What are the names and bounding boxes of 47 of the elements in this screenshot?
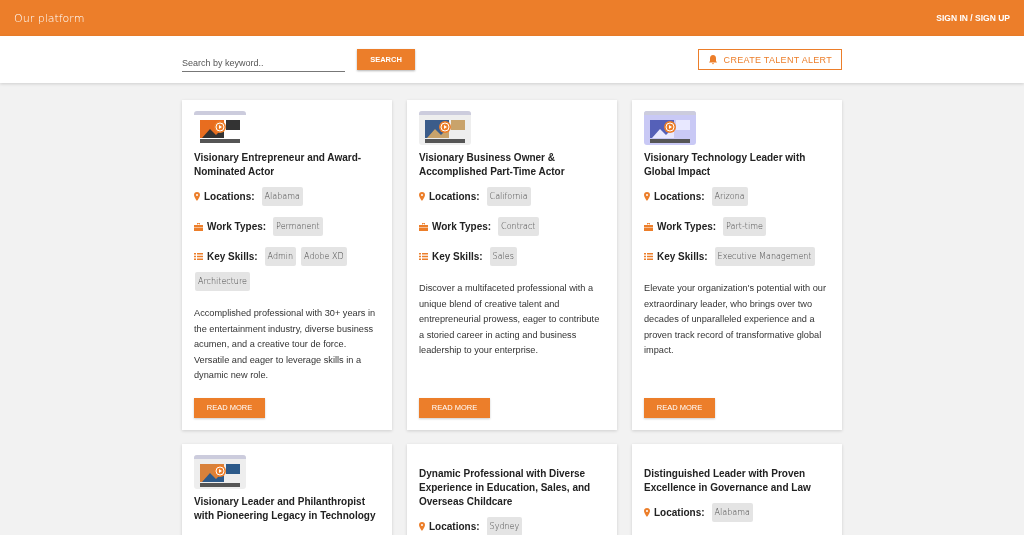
field-label: Locations:	[429, 191, 480, 202]
field-label: Locations:	[654, 506, 705, 518]
card-description: Discover a multifaceted professional with a unique blend of creative talent and entrepreneurial prowess, eager to contribute a storied career in acting and business leadership to your enterprise.	[419, 282, 601, 358]
tag: Sales	[489, 247, 517, 266]
tag: Alabama	[711, 502, 753, 522]
pin-icon	[644, 192, 650, 201]
briefcase-icon	[419, 222, 428, 231]
sign-in-link[interactable]: SIGN IN / SIGN UP	[936, 13, 1010, 23]
pin-icon	[419, 521, 425, 531]
pin-icon	[644, 507, 650, 517]
list-icon	[194, 253, 203, 260]
tag: Sydney	[486, 516, 523, 535]
card-description: Accomplished professional with 30+ years in the entertainment industry, diverse business acumen, and a creative tour de force. Versatile and eager to leverage skills in a dynamic new role.	[194, 307, 377, 383]
card-description: Elevate your organization's potential with our extraordinary leader, who brings over two decades of unparalleled experience and a proven track record of transformative global impact.	[644, 282, 828, 358]
field-label: Work Types:	[207, 221, 267, 232]
card-title: Visionary Leader and Philanthropist with Pioneering Legacy in Technology	[194, 494, 377, 523]
tag: Adobe XD	[301, 247, 347, 266]
pin-icon	[419, 192, 425, 201]
list-icon	[419, 253, 428, 260]
tag: Admin	[264, 247, 297, 266]
pin-icon	[194, 192, 200, 201]
field-label: Locations:	[654, 191, 705, 202]
create-alert-button[interactable]: CREATE TALENT ALERT	[697, 49, 842, 70]
tag: Executive Management	[714, 247, 815, 266]
briefcase-icon	[644, 222, 653, 231]
list-icon	[644, 253, 653, 260]
field-label: Locations:	[429, 520, 480, 532]
tag: California	[486, 187, 531, 206]
bell-icon	[707, 54, 718, 65]
card-title: Dynamic Professional with Diverse Experience in Education, Sales, and Overseas Childcare	[419, 466, 592, 509]
card-title: Distinguished Leader with Proven Excellence in Governance and Law	[644, 466, 812, 495]
tag: Architecture	[195, 272, 250, 291]
field-label: Key Skills:	[657, 251, 708, 262]
tag: Arizona	[711, 187, 748, 206]
field-label: Key Skills:	[207, 251, 258, 262]
card-title: Visionary Business Owner & Accomplished Part-Time Actor	[419, 151, 566, 179]
tag: Permanent	[273, 217, 323, 236]
field-label: Work Types:	[432, 221, 492, 232]
card-title: Visionary Entrepreneur and Award-Nominated Actor	[194, 151, 363, 179]
field-label: Locations:	[204, 191, 255, 202]
field-label: Key Skills:	[432, 251, 483, 262]
field-label: Work Types:	[657, 221, 717, 232]
card-title: Visionary Technology Leader with Global Impact	[644, 151, 807, 179]
brand-name: Our platform	[14, 11, 85, 25]
tag: Contract	[498, 217, 539, 236]
briefcase-icon	[194, 222, 203, 231]
tag: Alabama	[261, 187, 303, 206]
